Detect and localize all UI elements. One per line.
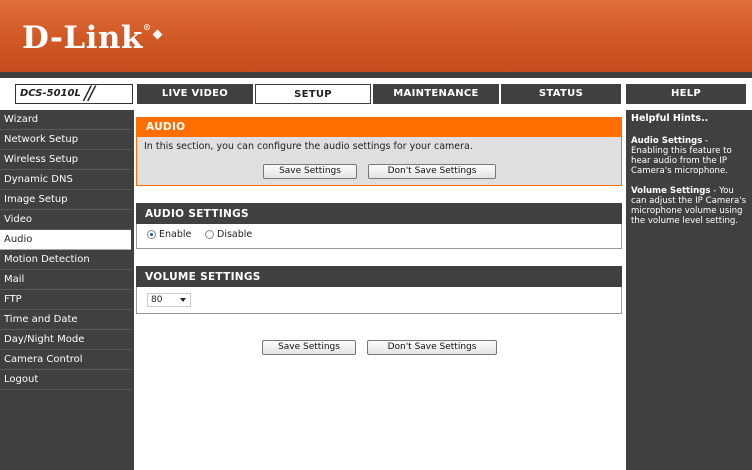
help-title: Helpful Hints.. — [631, 113, 709, 124]
slashes-icon: // — [84, 82, 95, 104]
audio-hint: Audio Settings - Enabling this feature t… — [631, 136, 747, 176]
volume-hint-title: Volume Settings — [631, 186, 711, 196]
tab-maintenance[interactable]: MAINTENANCE — [373, 84, 499, 104]
audio-intro-section: AUDIO In this section, you can configure… — [136, 117, 622, 186]
volume-value: 80 — [151, 295, 163, 305]
tab-live-video[interactable]: LIVE VIDEO — [137, 84, 253, 104]
help-panel: Helpful Hints.. Audio Settings - Enablin… — [626, 110, 752, 470]
audio-hint-title: Audio Settings — [631, 136, 703, 146]
volume-hint: Volume Settings - You can adjust the IP … — [631, 186, 747, 226]
tab-help[interactable]: HELP — [626, 84, 746, 104]
dont-save-settings-button[interactable]: Don't Save Settings — [368, 164, 496, 179]
brand-name: D-Link — [22, 20, 143, 56]
main-content: AUDIO In this section, you can configure… — [134, 110, 624, 470]
disable-label: Disable — [217, 229, 253, 240]
sidebar-item-image-setup[interactable]: Image Setup — [0, 190, 131, 210]
footer-dont-save-settings-button[interactable]: Don't Save Settings — [367, 340, 497, 355]
sidebar-item-video[interactable]: Video — [0, 210, 131, 230]
save-settings-button[interactable]: Save Settings — [263, 164, 357, 179]
enable-label: Enable — [159, 229, 192, 240]
dlink-logo: D-Link® — [22, 20, 163, 56]
sidebar-item-wizard[interactable]: Wizard — [0, 110, 131, 130]
sidebar: Wizard Network Setup Wireless Setup Dyna… — [0, 110, 134, 470]
sidebar-item-dynamic-dns[interactable]: Dynamic DNS — [0, 170, 131, 190]
volume-settings-body: 80 — [136, 287, 622, 314]
sidebar-item-time-and-date[interactable]: Time and Date — [0, 310, 131, 330]
audio-section-title: AUDIO — [136, 117, 622, 137]
audio-settings-title: AUDIO SETTINGS — [136, 203, 622, 224]
logo-dot-icon — [152, 29, 163, 40]
sidebar-item-mail[interactable]: Mail — [0, 270, 131, 290]
audio-intro-body: In this section, you can configure the a… — [136, 137, 622, 186]
top-navigation: DCS-5010L // LIVE VIDEO SETUP MAINTENANC… — [0, 82, 752, 106]
audio-settings-section: AUDIO SETTINGS Enable Disable — [136, 203, 622, 249]
sidebar-item-day-night-mode[interactable]: Day/Night Mode — [0, 330, 131, 350]
tab-setup[interactable]: SETUP — [255, 84, 371, 104]
footer-save-settings-button[interactable]: Save Settings — [262, 340, 356, 355]
sidebar-item-camera-control[interactable]: Camera Control — [0, 350, 131, 370]
audio-description: In this section, you can configure the a… — [144, 141, 473, 152]
sidebar-item-network-setup[interactable]: Network Setup — [0, 130, 131, 150]
registered-mark: ® — [142, 22, 152, 32]
volume-settings-section: VOLUME SETTINGS 80 — [136, 266, 622, 314]
sidebar-item-logout[interactable]: Logout — [0, 370, 131, 390]
sidebar-item-ftp[interactable]: FTP — [0, 290, 131, 310]
volume-select[interactable]: 80 — [147, 293, 191, 307]
sidebar-item-audio[interactable]: Audio — [0, 230, 131, 250]
sidebar-item-wireless-setup[interactable]: Wireless Setup — [0, 150, 131, 170]
header-banner: D-Link® — [0, 0, 752, 78]
model-badge: DCS-5010L // — [15, 82, 133, 104]
chevron-down-icon — [180, 298, 186, 302]
enable-radio[interactable] — [147, 230, 156, 239]
disable-radio[interactable] — [205, 230, 214, 239]
audio-settings-body: Enable Disable — [136, 224, 622, 249]
volume-settings-title: VOLUME SETTINGS — [136, 266, 622, 287]
tab-status[interactable]: STATUS — [501, 84, 621, 104]
sidebar-item-motion-detection[interactable]: Motion Detection — [0, 250, 131, 270]
model-label: DCS-5010L — [20, 88, 81, 99]
